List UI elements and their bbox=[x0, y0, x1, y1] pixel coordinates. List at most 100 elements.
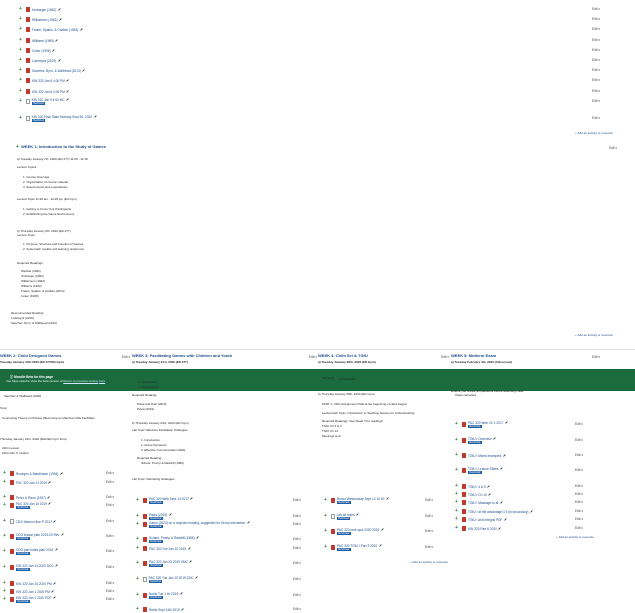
move-handle-icon[interactable]: + bbox=[2, 495, 7, 500]
edit-title-icon[interactable] bbox=[66, 89, 70, 93]
move-handle-icon[interactable]: + bbox=[18, 68, 23, 73]
edit-title-icon[interactable] bbox=[180, 592, 183, 595]
move-handle-icon[interactable]: + bbox=[18, 58, 23, 63]
move-handle-icon[interactable]: + bbox=[2, 471, 7, 476]
activity-row[interactable]: + PAC 320 Jan 16 2019 Restricted bbox=[2, 502, 52, 510]
edit-title-icon[interactable] bbox=[55, 564, 59, 567]
activity-row[interactable]: + KIN 320 Jan 6 4:00 PM bbox=[18, 77, 70, 84]
move-handle-icon[interactable]: + bbox=[135, 546, 140, 551]
edit-title-icon[interactable] bbox=[51, 589, 55, 593]
edit-title-icon[interactable] bbox=[55, 38, 59, 42]
activity-link[interactable]: PAC 320 Jan 14 2019 bbox=[16, 481, 47, 485]
edit-menu[interactable]: Edit ▾ bbox=[106, 503, 114, 507]
edit-menu[interactable]: Edit ▾ bbox=[106, 534, 114, 538]
edit-menu[interactable]: Edit ▾ bbox=[293, 498, 301, 502]
move-handle-icon[interactable]: + bbox=[18, 27, 23, 32]
edit-menu[interactable]: Edit ▾ bbox=[293, 561, 301, 565]
return-previous-link[interactable]: Return to previous version bbox=[63, 379, 98, 383]
activity-row[interactable]: + PAC 320 Jan 23 2019 XMC Restricted bbox=[135, 560, 193, 568]
activity-row[interactable]: + KIN 320 Jan 8 4:00 PM bbox=[18, 88, 70, 95]
move-handle-icon[interactable]: + bbox=[18, 17, 23, 22]
edit-title-icon[interactable] bbox=[504, 517, 507, 521]
edit-title-icon[interactable] bbox=[168, 513, 172, 516]
activity-link[interactable]: Coker (1996) bbox=[32, 49, 51, 53]
edit-title-icon[interactable] bbox=[58, 58, 61, 62]
edit-menu[interactable]: Edit ▾ bbox=[106, 565, 114, 569]
move-handle-icon[interactable]: + bbox=[454, 500, 459, 505]
activity-link[interactable]: TGfU I Massage to at bbox=[468, 501, 498, 505]
activity-row[interactable]: + TGfU I at the advantage 4 5 (in seconda… bbox=[454, 508, 533, 515]
activity-link[interactable]: TGfU I at the advantage 4 5 (in secondar… bbox=[468, 510, 528, 514]
activity-link[interactable]: KIN 320 Jan 16 2020 PM bbox=[16, 582, 52, 586]
move-handle-icon[interactable]: + bbox=[18, 116, 23, 121]
edit-title-icon[interactable] bbox=[58, 7, 61, 11]
edit-title-icon[interactable] bbox=[47, 495, 51, 499]
move-handle-icon[interactable]: + bbox=[323, 498, 328, 503]
edit-title-icon[interactable] bbox=[505, 421, 508, 424]
move-handle-icon[interactable]: + bbox=[135, 498, 140, 503]
activity-row[interactable]: + TGfU I Ch 10 bbox=[454, 491, 491, 498]
edit-menu-week-1[interactable]: Edit ▾ bbox=[609, 146, 617, 150]
edit-menu[interactable]: Edit ▾ bbox=[592, 17, 600, 21]
edit-menu[interactable]: Edit ▾ bbox=[575, 422, 583, 426]
move-handle-icon[interactable]: + bbox=[2, 597, 7, 602]
edit-menu[interactable]: Edit ▾ bbox=[575, 500, 583, 504]
edit-menu[interactable]: Edit ▾ bbox=[106, 549, 114, 553]
activity-row[interactable]: + PAC 320 Web Ch 1 2017 Restricted bbox=[454, 421, 508, 429]
edit-menu[interactable]: Edit ▾ bbox=[575, 526, 583, 530]
edit-menu[interactable]: Edit ▾ bbox=[106, 597, 114, 601]
move-handle-icon[interactable]: + bbox=[18, 38, 23, 43]
activity-link[interactable]: Umbarger (1962) bbox=[32, 8, 56, 12]
edit-menu[interactable]: Edit ▾ bbox=[575, 484, 583, 488]
edit-title-icon[interactable] bbox=[378, 544, 382, 547]
activity-row[interactable]: + Schaut, Prump & Radcliff (1986) Restrict… bbox=[135, 536, 199, 544]
activity-row[interactable]: + Lodewyck (2019) bbox=[18, 57, 61, 64]
edit-menu[interactable]: Edit ▾ bbox=[592, 58, 600, 62]
activity-link[interactable]: KIN 320 Jan 8 4:00 PM bbox=[32, 90, 65, 94]
edit-title-icon[interactable] bbox=[52, 48, 55, 52]
edit-menu[interactable]: Edit ▾ bbox=[293, 514, 301, 518]
expand-icon[interactable]: + bbox=[15, 145, 20, 150]
edit-menu-week-4[interactable]: Edit ▾ bbox=[441, 355, 449, 359]
edit-menu[interactable]: Edit ▾ bbox=[293, 607, 301, 611]
activity-row[interactable]: + KIN 320 Jan 1 2020 PDF Restricted bbox=[2, 596, 56, 604]
activity-row[interactable]: + KIN 320 Final Slate Monday Sept 30, 202… bbox=[18, 115, 97, 123]
edit-menu[interactable]: Edit ▾ bbox=[575, 509, 583, 513]
edit-menu[interactable]: Edit ▾ bbox=[592, 99, 600, 103]
week-4-title[interactable]: WEEK 4: Child Sel & TGfU bbox=[318, 353, 368, 358]
activity-link[interactable]: KIN 320 Part 6 2020 bbox=[468, 527, 497, 531]
week-3-title[interactable]: WEEK 3: Facilitating Games with Children… bbox=[132, 353, 232, 358]
edit-menu[interactable]: Edit ▾ bbox=[425, 529, 433, 533]
activity-link[interactable]: TGfU I 4 & 5 bbox=[468, 485, 486, 489]
move-handle-icon[interactable]: + bbox=[454, 509, 459, 514]
activity-row[interactable]: + KIN 320 Part 6 2020 bbox=[454, 525, 502, 532]
activity-row[interactable]: + Gaton (2020) on a required reading, sug… bbox=[135, 521, 250, 529]
edit-menu[interactable]: Edit ▾ bbox=[425, 514, 433, 518]
edit-menu[interactable]: Edit ▾ bbox=[592, 38, 600, 42]
move-handle-icon[interactable]: + bbox=[18, 7, 23, 12]
edit-title-icon[interactable] bbox=[60, 471, 63, 475]
edit-menu[interactable]: Edit ▾ bbox=[592, 68, 600, 72]
edit-menu[interactable]: Edit ▾ bbox=[575, 468, 583, 472]
edit-title-icon[interactable] bbox=[386, 497, 389, 500]
edit-menu[interactable]: Edit ▾ bbox=[106, 519, 114, 523]
edit-title-icon[interactable] bbox=[61, 533, 64, 536]
edit-title-icon[interactable] bbox=[196, 536, 199, 539]
move-handle-icon[interactable]: + bbox=[454, 468, 459, 473]
edit-menu[interactable]: Edit ▾ bbox=[106, 495, 114, 499]
edit-title-icon[interactable] bbox=[500, 500, 503, 504]
move-handle-icon[interactable]: + bbox=[2, 549, 7, 554]
move-handle-icon[interactable]: + bbox=[135, 561, 140, 566]
activity-row[interactable]: + Coker (1996) bbox=[18, 47, 55, 54]
edit-title-icon[interactable] bbox=[54, 548, 58, 551]
edit-title-icon[interactable] bbox=[48, 502, 52, 505]
move-handle-icon[interactable]: + bbox=[135, 577, 140, 582]
edit-menu-week-3[interactable]: Edit ▾ bbox=[309, 355, 317, 359]
move-handle-icon[interactable]: + bbox=[454, 526, 459, 531]
move-handle-icon[interactable]: + bbox=[2, 480, 7, 485]
activity-row[interactable]: + TGfU I Massage to at bbox=[454, 499, 503, 506]
edit-title-icon[interactable] bbox=[356, 513, 359, 516]
edit-title-icon[interactable] bbox=[80, 27, 83, 31]
edit-menu[interactable]: Edit ▾ bbox=[425, 498, 433, 502]
move-handle-icon[interactable]: + bbox=[2, 589, 7, 594]
